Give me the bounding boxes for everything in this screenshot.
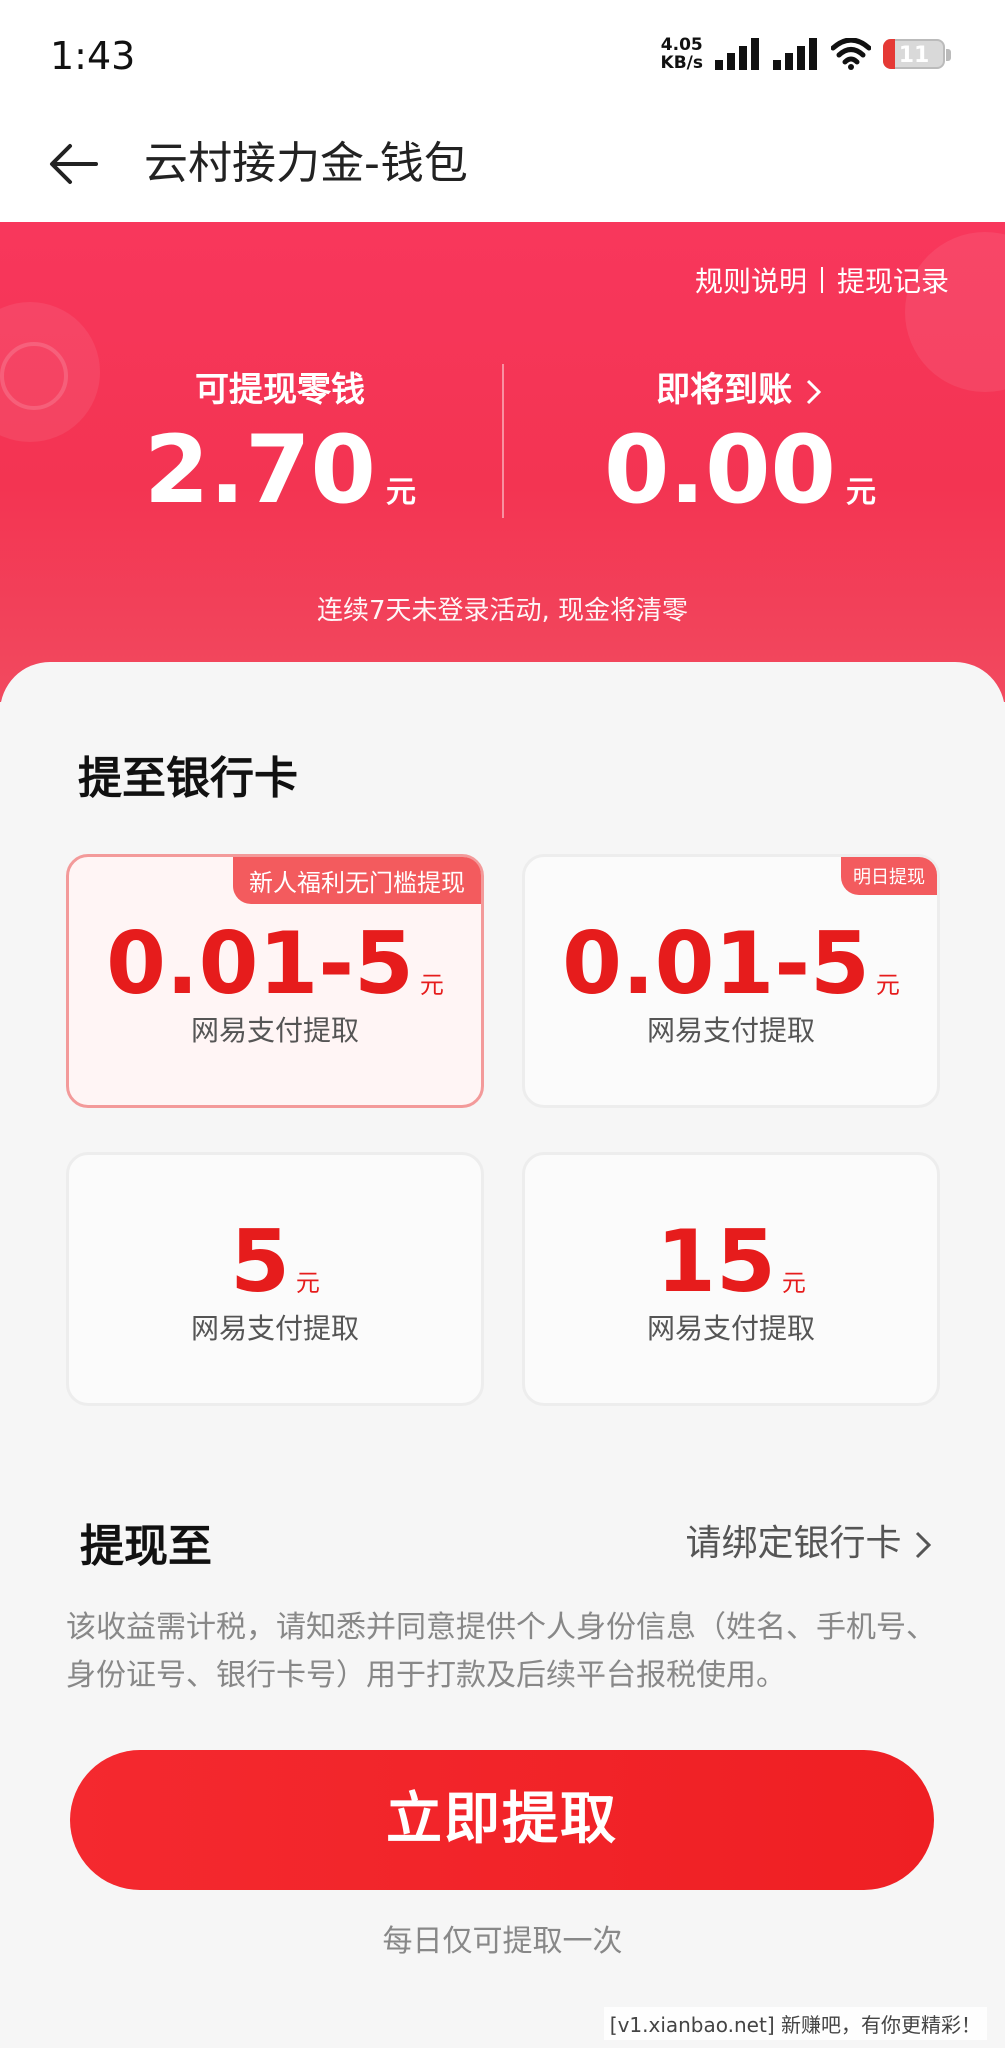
option-method: 网易支付提取 [190, 1014, 359, 1047]
expiry-warning: 连续7天未登录活动, 现金将清零 [316, 596, 689, 626]
withdraw-option-3[interactable]: 15 元 网易支付提取 [522, 1152, 940, 1406]
header-links: 规则说明 提现记录 [695, 260, 949, 300]
pending-amount: 0.00 元 [604, 416, 876, 525]
page-title: 云村接力金-钱包 [144, 138, 468, 189]
status-bar: 1:43 4.05 KB/s 11 [0, 0, 1005, 112]
option-method: 网易支付提取 [190, 1312, 359, 1345]
status-time: 1:43 [50, 34, 136, 78]
option-amount: 15 [656, 1212, 776, 1312]
option-method: 网易支付提取 [646, 1312, 815, 1345]
option-tag: 明日提现 [841, 857, 937, 895]
withdraw-now-button[interactable]: 立即提取 [70, 1750, 934, 1890]
tax-note: 该收益需计税，请知悉并同意提供个人身份信息（姓名、手机号、身份证号、银行卡号）用… [66, 1610, 936, 1693]
wallet-header: 规则说明 提现记录 可提现零钱 2.70 元 即将到账 0.00 元 连续7天未登录… [0, 222, 1005, 702]
option-unit: 元 [295, 1269, 320, 1297]
pending-balance[interactable]: 即将到账 0.00 元 [540, 362, 940, 543]
records-link[interactable]: 提现记录 [837, 260, 949, 300]
chevron-right-icon [806, 379, 822, 404]
withdraw-option-0[interactable]: 新人福利无门槛提现 0.01-5 元 网易支付提取 [66, 854, 484, 1108]
wifi-icon [831, 38, 871, 70]
withdraw-to-label: 提现至 [80, 1521, 212, 1572]
signal-icon [773, 38, 817, 70]
link-separator [820, 267, 823, 293]
bank-section-title: 提至银行卡 [78, 753, 298, 804]
back-arrow-icon[interactable] [44, 134, 104, 194]
option-unit: 元 [875, 971, 900, 999]
rules-link[interactable]: 规则说明 [695, 260, 807, 300]
withdraw-option-2[interactable]: 5元 网易支付提取 [66, 1152, 484, 1406]
network-speed: 4.05 KB/s [660, 35, 703, 73]
withdrawable-balance: 可提现零钱 2.70 元 [80, 362, 480, 543]
balance-divider [502, 364, 504, 518]
daily-limit-note: 每日仅可提取一次 [382, 1924, 623, 1959]
watermark: [v1.xianbao.net] 新赚吧，有你更精彩！ [603, 2007, 987, 2040]
option-tag: 新人福利无门槛提现 [233, 857, 481, 904]
option-method: 网易支付提取 [646, 1014, 815, 1047]
chevron-right-icon [915, 1531, 932, 1559]
withdraw-card: 提至银行卡 新人福利无门槛提现 0.01-5 元 网易支付提取 明日提现 0.01… [0, 662, 1005, 2048]
option-amount: 0.01-5 [562, 914, 870, 1014]
option-unit: 元 [419, 971, 444, 999]
status-icons: 4.05 KB/s 11 [660, 35, 951, 73]
signal-icon [715, 38, 759, 70]
withdrawable-label: 可提现零钱 [195, 370, 365, 410]
withdrawable-amount: 2.70 元 [144, 416, 416, 525]
option-amount: 0.01-5 [106, 914, 414, 1014]
decoration [0, 342, 68, 410]
nav-bar: 云村接力金-钱包 [0, 112, 1005, 222]
pending-label: 即将到账 [540, 362, 940, 411]
bind-card-link[interactable]: 请绑定银行卡 [686, 1514, 933, 1566]
withdraw-option-1[interactable]: 明日提现 0.01-5 元 网易支付提取 [522, 854, 940, 1108]
option-amount: 5 [230, 1212, 290, 1312]
battery-icon: 11 [883, 39, 951, 69]
option-unit: 元 [781, 1269, 806, 1297]
